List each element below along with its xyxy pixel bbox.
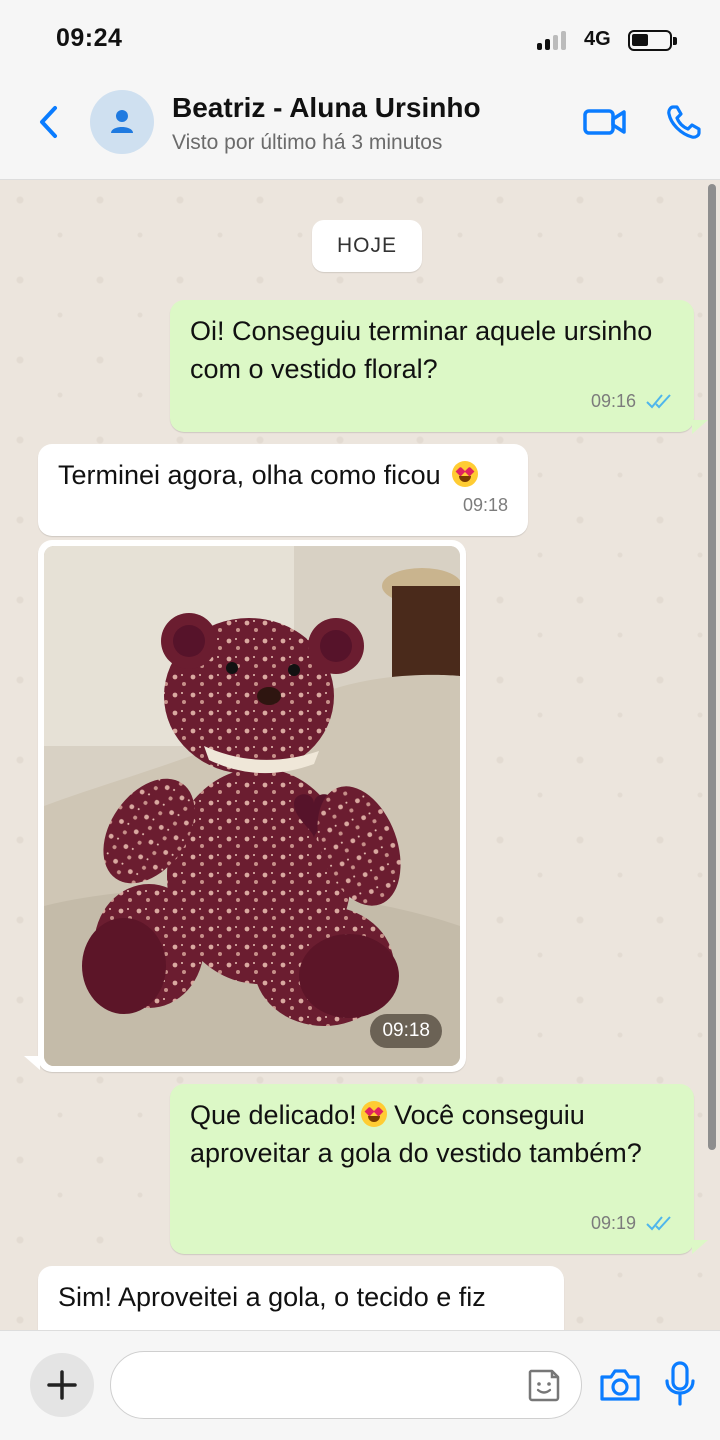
message-meta: 09:16 (591, 382, 674, 420)
camera-icon[interactable] (598, 1365, 642, 1405)
back-chevron-icon[interactable] (30, 102, 70, 142)
last-seen-status: Visto por último há 3 minutos (172, 131, 443, 154)
signal-strength-icon (537, 30, 577, 50)
message-text: Oi! Conseguiu terminar aquele ursinho co… (190, 316, 653, 384)
message-time: 09:18 (462, 495, 508, 515)
video-call-icon[interactable] (582, 102, 628, 142)
sticker-icon[interactable] (526, 1367, 562, 1403)
message-incoming[interactable]: Sim! Aproveitei a gola, o tecido e fiz (38, 1266, 564, 1330)
microphone-icon[interactable] (664, 1361, 696, 1407)
plus-icon[interactable] (30, 1353, 94, 1417)
status-bar: 09:24 4G (0, 0, 720, 80)
teddy-bear-photo[interactable]: 09:18 (44, 546, 460, 1066)
heart-eyes-emoji-icon (360, 1101, 387, 1127)
message-input[interactable] (110, 1351, 582, 1419)
message-text: Terminei agora, olha como ficou (58, 456, 510, 494)
status-time: 09:24 (56, 24, 123, 52)
message-meta: 09:19 (591, 1204, 674, 1242)
date-separator: HOJE (312, 220, 422, 272)
message-text: Que delicado! Você conseguiu aproveitar … (190, 1096, 676, 1172)
chat-scrollbar[interactable] (708, 184, 716, 1150)
battery-icon (628, 30, 677, 51)
message-incoming[interactable]: Terminei agora, olha como ficou 09:18 (38, 444, 528, 536)
chat-area[interactable]: HOJE Oi! Conseguiu terminar aquele ursin… (0, 180, 720, 1330)
avatar-person-icon (111, 110, 133, 133)
message-time: 09:16 (590, 391, 636, 411)
read-ticks-icon (646, 1216, 671, 1231)
contact-name[interactable]: Beatriz - Aluna Ursinho (172, 92, 481, 124)
message-composer (0, 1330, 720, 1440)
message-text-part: Que delicado! (190, 1100, 357, 1130)
message-text: Sim! Aproveitei a gola, o tecido e fiz (58, 1282, 486, 1312)
bubble-tail (24, 1056, 40, 1070)
read-ticks-icon (646, 394, 671, 409)
message-time: 09:19 (590, 1213, 636, 1233)
message-outgoing[interactable]: Que delicado! Você conseguiu aproveitar … (170, 1084, 694, 1254)
network-type: 4G (584, 28, 611, 50)
chat-header: Beatriz - Aluna Ursinho Visto por último… (0, 80, 720, 180)
avatar[interactable] (90, 90, 154, 154)
message-outgoing[interactable]: Oi! Conseguiu terminar aquele ursinho co… (170, 300, 694, 432)
heart-eyes-emoji-icon (452, 461, 479, 487)
bubble-tail (692, 1240, 708, 1254)
bubble-tail (692, 420, 708, 434)
image-time: 09:18 (370, 1014, 442, 1048)
message-meta: 09:18 (463, 486, 508, 524)
phone-call-icon[interactable] (664, 102, 704, 142)
image-message[interactable]: 09:18 (38, 540, 466, 1072)
message-text-content: Terminei agora, olha como ficou (58, 460, 441, 490)
